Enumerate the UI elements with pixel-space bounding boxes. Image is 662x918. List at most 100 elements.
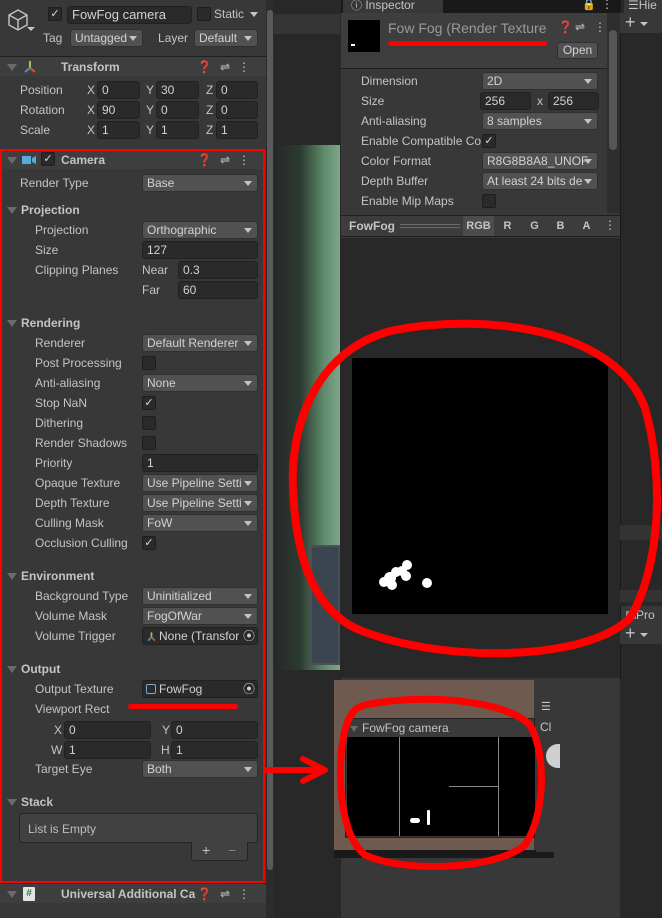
render-texture-thumbnail xyxy=(348,20,380,52)
transform-header[interactable]: Transform ❓⇌⋮ xyxy=(0,56,266,76)
position-x-axis-label[interactable]: X xyxy=(87,83,95,97)
chevron-down-icon xyxy=(584,79,592,84)
position-x-field[interactable]: 0 xyxy=(97,81,140,99)
inspector-tab-label: Inspector xyxy=(365,0,415,12)
hierarchy-add-dropdown-icon[interactable] xyxy=(640,22,648,26)
chevron-down-icon xyxy=(584,179,592,184)
rotation-x-axis-label[interactable]: X xyxy=(87,103,95,117)
position-z-axis-label[interactable]: Z xyxy=(206,83,213,97)
dimension-label: Dimension xyxy=(361,74,418,88)
size-height-field[interactable]: 256 xyxy=(548,92,599,110)
position-y-axis-label[interactable]: Y xyxy=(146,83,154,97)
tab-more-menu-icon[interactable]: ⋮ xyxy=(601,0,613,11)
gameobject-active-checkbox[interactable]: ✓ xyxy=(48,7,62,21)
channel-rgb-button[interactable]: RGB xyxy=(463,216,494,236)
rotation-y-axis-label[interactable]: Y xyxy=(146,103,154,117)
open-button[interactable]: Open xyxy=(557,42,598,59)
foldout-icon[interactable] xyxy=(7,891,17,898)
scale-label: Scale xyxy=(20,123,51,137)
script-icon: # xyxy=(23,887,35,901)
size-label: Size xyxy=(361,94,385,108)
preview-more-menu-icon[interactable]: ⋮ xyxy=(604,218,616,232)
color-format-label: Color Format xyxy=(361,154,432,168)
left-scrollbar-thumb[interactable] xyxy=(267,10,273,870)
depth-buffer-label: Depth Buffer xyxy=(361,174,429,188)
channel-g-button[interactable]: G xyxy=(522,216,547,236)
presets-icon[interactable]: ⇌ xyxy=(220,60,238,74)
static-checkbox[interactable] xyxy=(197,7,211,21)
layer-label: Layer xyxy=(158,31,189,45)
mip-maps-checkbox[interactable] xyxy=(482,194,496,208)
scale-x-axis-label[interactable]: X xyxy=(87,123,95,137)
aa-value: 8 samples xyxy=(487,114,542,128)
scale-y-axis-label[interactable]: Y xyxy=(146,123,154,137)
preview-drag-handle[interactable] xyxy=(400,224,460,228)
scale-y-field[interactable]: 1 xyxy=(156,121,199,139)
tag-label: Tag xyxy=(43,31,63,45)
depth-buffer-value: At least 24 bits de xyxy=(487,174,583,188)
dimension-value: 2D xyxy=(487,74,503,88)
gameobject-name-field[interactable]: FowFog camera xyxy=(67,6,192,24)
channel-r-button[interactable]: R xyxy=(495,216,520,236)
hierarchy-icon: ☰ xyxy=(628,0,639,12)
tag-value: Untagged xyxy=(75,31,128,45)
channel-a-button[interactable]: A xyxy=(574,216,599,236)
scale-x-field[interactable]: 1 xyxy=(97,121,140,139)
scale-z-field[interactable]: 1 xyxy=(216,121,258,139)
arrow-annotation xyxy=(265,756,328,784)
title-underline-annotation xyxy=(388,41,547,46)
transform-title: Transform xyxy=(61,60,120,74)
more-menu-icon[interactable]: ⋮ xyxy=(594,20,606,34)
preview-name: FowFog xyxy=(349,219,395,233)
chevron-down-icon xyxy=(584,119,592,124)
tag-dropdown[interactable]: Untagged xyxy=(70,29,143,47)
help-icon[interactable]: ❓ xyxy=(197,60,220,74)
size-x-separator: x xyxy=(537,94,543,108)
inspector-scrollbar-thumb[interactable] xyxy=(609,30,617,150)
rotation-z-field[interactable]: 0 xyxy=(216,101,258,119)
gameobject-icon-dropdown[interactable] xyxy=(27,27,35,31)
channel-b-button[interactable]: B xyxy=(548,216,573,236)
help-icon[interactable]: ❓ xyxy=(558,20,573,34)
compat-checkbox[interactable]: ✓ xyxy=(482,134,496,148)
presets-icon[interactable]: ⇌ xyxy=(575,20,585,34)
rotation-y-field[interactable]: 0 xyxy=(156,101,199,119)
position-y-field[interactable]: 30 xyxy=(156,81,199,99)
dimension-dropdown[interactable]: 2D xyxy=(482,72,598,90)
mip-maps-label: Enable Mip Maps xyxy=(361,194,454,208)
presets-icon[interactable]: ⇌ xyxy=(220,887,238,901)
size-width-field[interactable]: 256 xyxy=(480,92,531,110)
scale-z-axis-label[interactable]: Z xyxy=(206,123,213,137)
color-format-value: R8G8B8A8_UNOF xyxy=(487,154,589,168)
gameobject-icon xyxy=(7,8,29,32)
foldout-icon[interactable] xyxy=(7,64,17,71)
position-label: Position xyxy=(20,83,63,97)
color-format-dropdown[interactable]: R8G8B8A8_UNOF xyxy=(482,152,598,170)
layer-value: Default xyxy=(199,31,238,45)
inspector-tab[interactable]: ⓘ Inspector xyxy=(343,0,443,13)
hierarchy-add-button[interactable]: + xyxy=(625,12,636,33)
chevron-down-icon xyxy=(129,36,137,41)
universal-additional-camera-title: Universal Additional Ca xyxy=(61,887,196,901)
rotation-x-field[interactable]: 90 xyxy=(97,101,140,119)
more-menu-icon[interactable]: ⋮ xyxy=(238,60,258,74)
asset-title: Fow Fog (Render Texture xyxy=(388,20,547,36)
chevron-down-icon xyxy=(584,159,592,164)
scene-toolbar xyxy=(274,14,340,34)
compat-label: Enable Compatible Co xyxy=(361,134,481,148)
aa-dropdown[interactable]: 8 samples xyxy=(482,112,598,130)
chevron-down-icon xyxy=(244,36,252,41)
layer-dropdown[interactable]: Default xyxy=(194,29,258,47)
more-menu-icon[interactable]: ⋮ xyxy=(238,887,258,901)
depth-buffer-dropdown[interactable]: At least 24 bits de xyxy=(482,172,598,190)
position-z-field[interactable]: 0 xyxy=(216,81,258,99)
hierarchy-tab-label: Hie xyxy=(638,0,657,12)
lock-icon[interactable]: 🔒 xyxy=(582,0,596,11)
universal-additional-camera-header[interactable]: # Universal Additional Ca ❓⇌⋮ xyxy=(0,883,266,903)
static-label[interactable]: Static xyxy=(214,7,244,21)
static-dropdown-icon[interactable] xyxy=(250,12,258,17)
help-icon[interactable]: ❓ xyxy=(197,887,220,901)
rotation-z-axis-label[interactable]: Z xyxy=(206,103,213,117)
rotation-label: Rotation xyxy=(20,103,65,117)
camera-highlight-annotation xyxy=(0,149,265,883)
